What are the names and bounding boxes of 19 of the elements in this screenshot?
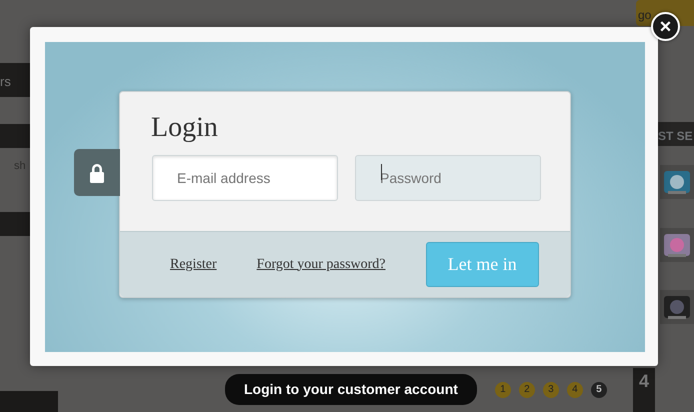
page-dot[interactable]: 5 — [590, 382, 607, 398]
page-dot[interactable]: 2 — [518, 382, 535, 398]
register-link[interactable]: Register — [170, 254, 217, 274]
page-dot[interactable]: 4 — [566, 382, 583, 398]
text-cursor — [381, 164, 382, 180]
login-title: Login — [150, 110, 219, 142]
page-dot[interactable]: 3 — [542, 382, 559, 398]
rank-number: 4 — [633, 368, 655, 412]
forgot-password-link[interactable]: Forgot your password? — [256, 254, 386, 274]
page-dot[interactable]: 1 — [494, 382, 511, 398]
menu-bar — [0, 391, 58, 412]
password-field[interactable]: Password — [355, 154, 541, 200]
menu-bar — [0, 212, 30, 236]
slide-caption: Login to your customer account — [225, 374, 477, 405]
menu-bar — [0, 124, 30, 148]
section-title: ST SE — [658, 122, 694, 146]
login-button[interactable]: Let me in — [426, 242, 539, 286]
email-field[interactable]: E-mail address — [152, 154, 338, 200]
menu-link[interactable]: rs — [0, 63, 30, 97]
